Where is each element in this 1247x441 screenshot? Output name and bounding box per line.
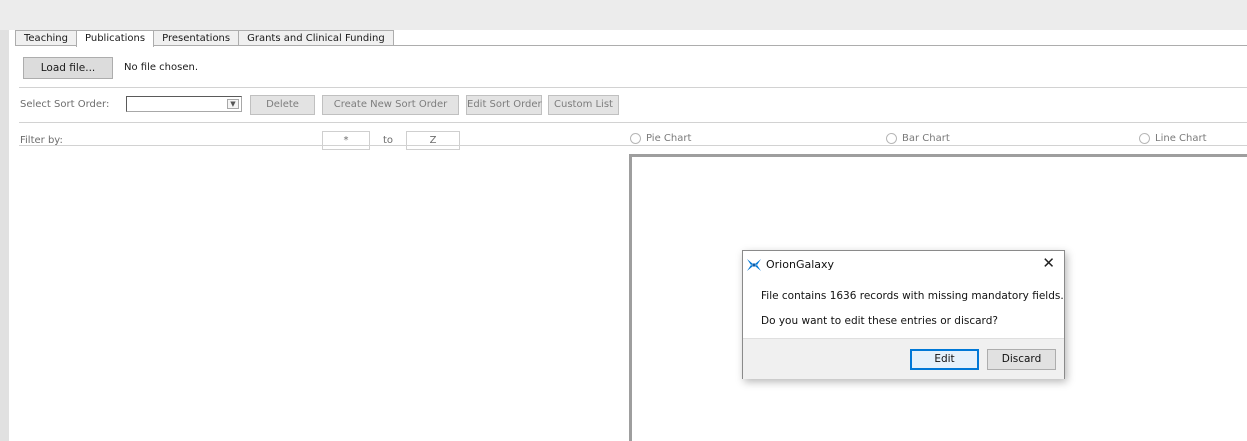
edit-button[interactable]: Edit [910, 349, 979, 370]
create-new-sort-order-button[interactable]: Create New Sort Order [322, 95, 459, 115]
orion-galaxy-logo-icon [747, 259, 761, 271]
custom-list-button[interactable]: Custom List [548, 95, 619, 115]
pie-chart-label: Pie Chart [646, 133, 692, 144]
filter-to-input[interactable]: Z [406, 131, 460, 150]
dialog-title: OrionGalaxy [766, 258, 835, 271]
dropdown-arrow-icon[interactable]: ▼ [227, 99, 239, 109]
dialog-footer: Edit Discard [743, 338, 1064, 379]
app-content: Teaching Publications Presentations Gran… [9, 30, 1247, 441]
radio-button-icon[interactable] [630, 133, 641, 144]
divider [19, 145, 1247, 146]
line-chart-option[interactable]: Line Chart [1139, 133, 1207, 144]
radio-button-icon[interactable] [886, 133, 897, 144]
edit-sort-order-button[interactable]: Edit Sort Order [466, 95, 542, 115]
bar-chart-label: Bar Chart [902, 133, 950, 144]
file-status-text: No file chosen. [124, 62, 199, 73]
load-file-button[interactable]: Load file... [23, 57, 113, 79]
tab-presentations[interactable]: Presentations [153, 30, 240, 46]
close-icon[interactable]: ✕ [1042, 255, 1055, 272]
dialog-title-bar: OrionGalaxy ✕ [743, 251, 1064, 278]
tab-grants-and-clinical-funding[interactable]: Grants and Clinical Funding [238, 30, 394, 46]
delete-button[interactable]: Delete [250, 95, 315, 115]
sort-order-dropdown[interactable]: ▼ [126, 96, 242, 112]
bar-chart-option[interactable]: Bar Chart [886, 133, 950, 144]
radio-button-icon[interactable] [1139, 133, 1150, 144]
divider [19, 87, 1247, 88]
filter-from-input[interactable]: * [322, 131, 370, 150]
line-chart-label: Line Chart [1155, 133, 1207, 144]
sort-order-label: Select Sort Order: [20, 99, 110, 110]
discard-button[interactable]: Discard [987, 349, 1056, 370]
missing-fields-dialog: OrionGalaxy ✕ File contains 1636 records… [742, 250, 1065, 379]
pie-chart-option[interactable]: Pie Chart [630, 133, 691, 144]
tab-teaching[interactable]: Teaching [15, 30, 77, 46]
dialog-message-line-1: File contains 1636 records with missing … [761, 290, 1064, 302]
tab-underline [15, 45, 1247, 46]
divider [19, 122, 1247, 123]
tab-bar: Teaching Publications Presentations Gran… [15, 30, 394, 47]
tab-publications[interactable]: Publications [76, 30, 155, 47]
window-top-strip [0, 0, 1247, 30]
dialog-message-line-2: Do you want to edit these entries or dis… [761, 315, 998, 327]
window-left-edge [0, 30, 9, 441]
